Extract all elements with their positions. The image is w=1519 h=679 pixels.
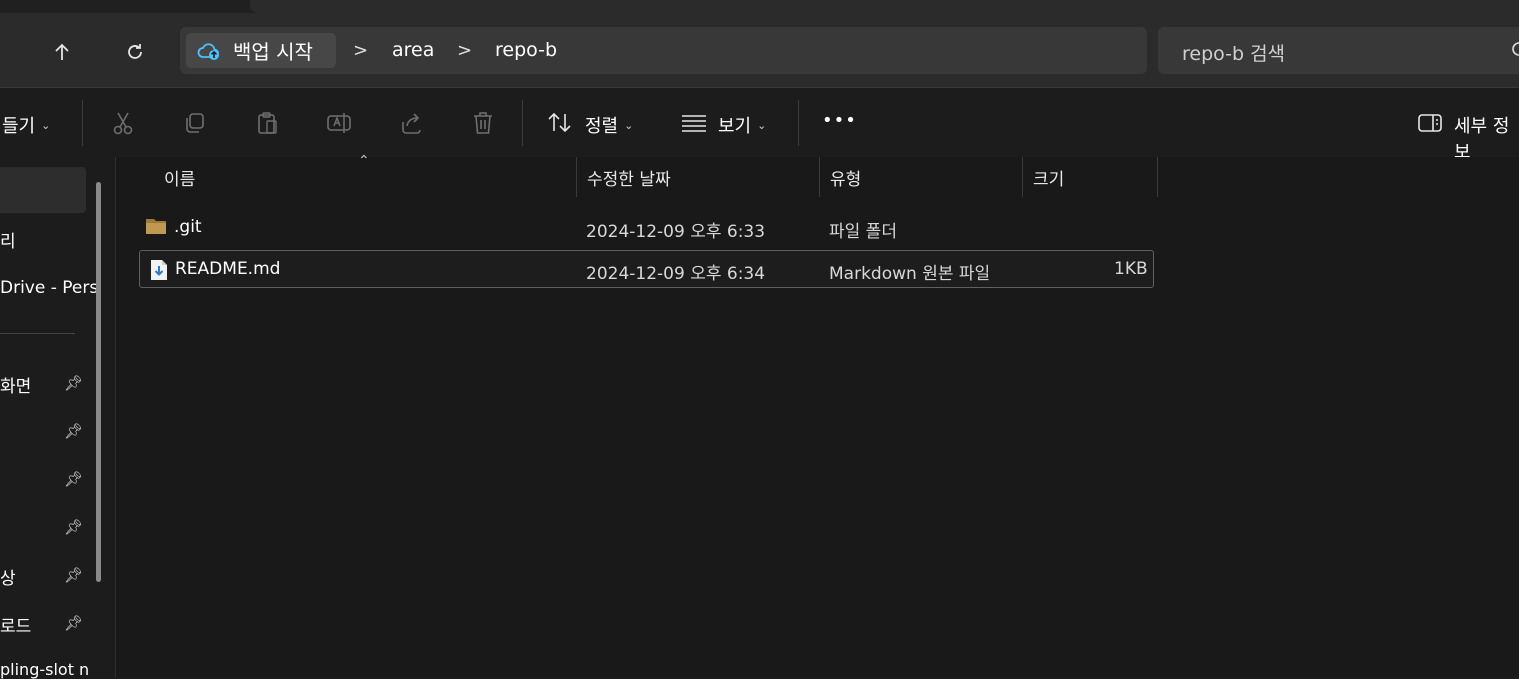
breadcrumb-repo-b[interactable]: repo-b <box>495 39 557 61</box>
cut-icon[interactable] <box>110 110 136 136</box>
view-button[interactable]: 보기 ⌄ <box>718 112 766 138</box>
pin-icon: 📌︎ <box>64 470 84 488</box>
file-modified: 2024-12-09 오후 6:34 <box>586 264 766 284</box>
details-pane-icon <box>1417 110 1443 136</box>
sidebar-item-videos[interactable]: 상 <box>0 564 16 589</box>
view-label: 보기 <box>718 116 752 137</box>
title-bar-strip <box>0 0 1519 13</box>
file-modified: 2024-12-09 오후 6:33 <box>586 222 766 242</box>
sort-label: 정렬 <box>585 116 619 137</box>
paste-icon[interactable] <box>254 110 280 136</box>
sidebar-item-1[interactable]: 리 <box>0 227 16 252</box>
pin-icon: 📌︎ <box>64 374 84 392</box>
file-type: Markdown 원본 파일 <box>829 264 991 284</box>
folder-icon <box>146 219 166 234</box>
file-type: 파일 폴더 <box>829 222 897 242</box>
sidebar-item-downloads[interactable]: 로드 <box>0 612 31 637</box>
new-label: 들기 <box>2 116 36 137</box>
chevron-down-icon: ⌄ <box>757 119 767 132</box>
share-icon[interactable] <box>398 110 424 136</box>
breadcrumb-separator: > <box>353 40 369 61</box>
pin-icon: 📌︎ <box>64 614 84 632</box>
rename-icon[interactable] <box>326 110 352 136</box>
markdown-file-icon <box>151 260 167 280</box>
sidebar-divider <box>0 333 75 334</box>
refresh-button[interactable] <box>120 37 150 67</box>
sidebar-scrollbar[interactable] <box>96 182 101 582</box>
pin-icon: 📌︎ <box>64 422 84 440</box>
up-button[interactable] <box>47 37 77 67</box>
view-icon <box>681 110 707 136</box>
table-row[interactable]: README.md 2024-12-09 오후 6:34 Markdown 원본… <box>139 250 1154 288</box>
breadcrumb-home-label: 백업 시작 <box>233 40 313 64</box>
search-placeholder: repo-b 검색 <box>1182 43 1286 65</box>
column-header-modified[interactable]: 수정한 날짜 <box>587 165 671 190</box>
file-size: 1KB <box>1114 259 1148 279</box>
pin-icon: 📌︎ <box>64 566 84 584</box>
sidebar-item-onedrive[interactable]: Drive - Pers <box>0 278 98 298</box>
sidebar-item-selected[interactable] <box>0 167 86 213</box>
chevron-down-icon: ⌄ <box>41 119 51 132</box>
breadcrumb-home[interactable]: 백업 시작 <box>186 33 336 68</box>
copy-icon[interactable] <box>182 110 208 136</box>
breadcrumb-area[interactable]: area <box>392 39 434 61</box>
sidebar-item-folder[interactable]: pling-slot n <box>0 660 89 679</box>
table-row[interactable]: .git 2024-12-09 오후 6:33 파일 폴더 <box>139 209 1152 245</box>
command-bar: 들기 ⌄ 정렬 ⌄ 보기 ⌄ ••• 세부 정보 <box>0 87 1519 163</box>
file-list: ⌃ 이름 수정한 날짜 유형 크기 .git 2024-12-09 오후 6:3… <box>116 153 1519 677</box>
pin-icon: 📌︎ <box>64 518 84 536</box>
search-input[interactable]: repo-b 검색 <box>1158 27 1519 74</box>
breadcrumb-separator: > <box>457 40 473 61</box>
column-header-type[interactable]: 유형 <box>830 165 861 190</box>
file-name: .git <box>174 217 202 237</box>
cloud-backup-icon <box>197 42 219 60</box>
search-icon <box>1510 41 1519 64</box>
arrow-up-icon <box>55 43 69 60</box>
sort-icon <box>547 110 573 136</box>
navigation-pane: 리 Drive - Pers 화면 📌︎ 📌︎ 📌︎ 📌︎ 상 📌︎ 로드 📌︎… <box>0 157 116 679</box>
new-button[interactable]: 들기 ⌄ <box>2 112 50 138</box>
column-header-size[interactable]: 크기 <box>1033 165 1064 190</box>
delete-icon[interactable] <box>470 110 496 136</box>
sort-ascending-icon: ⌃ <box>358 153 370 169</box>
sort-button[interactable]: 정렬 ⌄ <box>585 112 633 138</box>
column-header-name[interactable]: 이름 <box>164 165 195 190</box>
refresh-icon <box>128 44 142 59</box>
sidebar-item-desktop[interactable]: 화면 <box>0 372 31 397</box>
chevron-down-icon: ⌄ <box>624 119 634 132</box>
file-name: README.md <box>175 259 281 279</box>
address-bar[interactable]: 백업 시작 > area > repo-b <box>180 27 1147 74</box>
more-options-button[interactable]: ••• <box>822 110 857 131</box>
address-row: 백업 시작 > area > repo-b repo-b 검색 <box>0 13 1519 87</box>
